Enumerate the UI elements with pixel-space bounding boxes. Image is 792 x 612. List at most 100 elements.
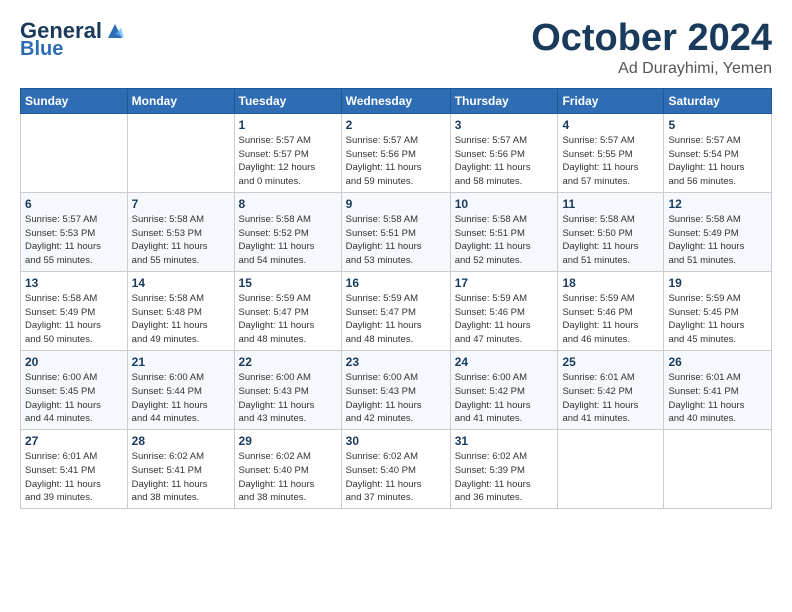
day-detail: Sunrise: 5:58 AMSunset: 5:51 PMDaylight:… bbox=[346, 213, 446, 268]
day-detail: Sunrise: 5:57 AMSunset: 5:56 PMDaylight:… bbox=[346, 134, 446, 189]
day-detail: Sunrise: 6:00 AMSunset: 5:43 PMDaylight:… bbox=[239, 371, 337, 426]
calendar-cell: 12 Sunrise: 5:58 AMSunset: 5:49 PMDayligh… bbox=[664, 192, 772, 271]
calendar-week-4: 20 Sunrise: 6:00 AMSunset: 5:45 PMDayligh… bbox=[21, 350, 772, 429]
day-number: 13 bbox=[25, 276, 123, 290]
calendar-cell: 25Sunrise: 6:01 AMSunset: 5:42 PMDayligh… bbox=[558, 350, 664, 429]
calendar-cell: 20 Sunrise: 6:00 AMSunset: 5:45 PMDayligh… bbox=[21, 350, 128, 429]
day-number: 6 bbox=[25, 197, 123, 211]
day-number: 17 bbox=[455, 276, 554, 290]
calendar-cell: 28 Sunrise: 6:02 AMSunset: 5:41 PMDayligh… bbox=[127, 430, 234, 509]
day-detail: Sunrise: 5:59 AMSunset: 5:46 PMDaylight:… bbox=[562, 292, 659, 347]
calendar-cell: 4 Sunrise: 5:57 AMSunset: 5:55 PMDaylight… bbox=[558, 113, 664, 192]
day-number: 22 bbox=[239, 355, 337, 369]
calendar-week-2: 6 Sunrise: 5:57 AMSunset: 5:53 PMDaylight… bbox=[21, 192, 772, 271]
calendar-header-tuesday: Tuesday bbox=[234, 88, 341, 113]
day-detail: Sunrise: 5:57 AMSunset: 5:53 PMDaylight:… bbox=[25, 213, 123, 268]
calendar-cell: 31 Sunrise: 6:02 AMSunset: 5:39 PMDayligh… bbox=[450, 430, 558, 509]
day-detail: Sunrise: 6:00 AMSunset: 5:43 PMDaylight:… bbox=[346, 371, 446, 426]
day-number: 28 bbox=[132, 434, 230, 448]
day-number: 2 bbox=[346, 118, 446, 132]
logo: General Blue bbox=[20, 18, 126, 58]
calendar-cell: 2 Sunrise: 5:57 AMSunset: 5:56 PMDaylight… bbox=[341, 113, 450, 192]
day-detail: Sunrise: 6:00 AMSunset: 5:44 PMDaylight:… bbox=[132, 371, 230, 426]
day-detail: Sunrise: 5:58 AMSunset: 5:51 PMDaylight:… bbox=[455, 213, 554, 268]
day-detail: Sunrise: 5:58 AMSunset: 5:49 PMDaylight:… bbox=[668, 213, 767, 268]
calendar-header-wednesday: Wednesday bbox=[341, 88, 450, 113]
calendar-cell: 18 Sunrise: 5:59 AMSunset: 5:46 PMDayligh… bbox=[558, 271, 664, 350]
calendar-cell: 22 Sunrise: 6:00 AMSunset: 5:43 PMDayligh… bbox=[234, 350, 341, 429]
day-detail: Sunrise: 6:02 AMSunset: 5:39 PMDaylight:… bbox=[455, 450, 554, 505]
day-detail: Sunrise: 5:58 AMSunset: 5:49 PMDaylight:… bbox=[25, 292, 123, 347]
page-subtitle: Ad Durayhimi, Yemen bbox=[531, 60, 772, 78]
calendar-header-saturday: Saturday bbox=[664, 88, 772, 113]
calendar-cell bbox=[558, 430, 664, 509]
calendar-cell: 11 Sunrise: 5:58 AMSunset: 5:50 PMDayligh… bbox=[558, 192, 664, 271]
day-detail: Sunrise: 5:59 AMSunset: 5:47 PMDaylight:… bbox=[346, 292, 446, 347]
day-detail: Sunrise: 5:58 AMSunset: 5:52 PMDaylight:… bbox=[239, 213, 337, 268]
calendar-cell: 29Sunrise: 6:02 AMSunset: 5:40 PMDayligh… bbox=[234, 430, 341, 509]
day-detail: Sunrise: 5:58 AMSunset: 5:48 PMDaylight:… bbox=[132, 292, 230, 347]
day-number: 14 bbox=[132, 276, 230, 290]
calendar-cell: 30Sunrise: 6:02 AMSunset: 5:40 PMDayligh… bbox=[341, 430, 450, 509]
calendar-header-sunday: Sunday bbox=[21, 88, 128, 113]
day-number: 16 bbox=[346, 276, 446, 290]
day-number: 5 bbox=[668, 118, 767, 132]
day-detail: Sunrise: 5:57 AMSunset: 5:57 PMDaylight:… bbox=[239, 134, 337, 189]
day-detail: Sunrise: 6:02 AMSunset: 5:41 PMDaylight:… bbox=[132, 450, 230, 505]
day-detail: Sunrise: 6:02 AMSunset: 5:40 PMDaylight:… bbox=[239, 450, 337, 505]
day-number: 25 bbox=[562, 355, 659, 369]
calendar-cell: 21Sunrise: 6:00 AMSunset: 5:44 PMDayligh… bbox=[127, 350, 234, 429]
day-number: 4 bbox=[562, 118, 659, 132]
day-number: 19 bbox=[668, 276, 767, 290]
calendar-cell: 9 Sunrise: 5:58 AMSunset: 5:51 PMDaylight… bbox=[341, 192, 450, 271]
day-number: 9 bbox=[346, 197, 446, 211]
day-number: 8 bbox=[239, 197, 337, 211]
day-detail: Sunrise: 5:58 AMSunset: 5:50 PMDaylight:… bbox=[562, 213, 659, 268]
calendar-cell: 7Sunrise: 5:58 AMSunset: 5:53 PMDaylight… bbox=[127, 192, 234, 271]
calendar-cell: 1Sunrise: 5:57 AMSunset: 5:57 PMDaylight… bbox=[234, 113, 341, 192]
calendar-header-row: SundayMondayTuesdayWednesdayThursdayFrid… bbox=[21, 88, 772, 113]
day-detail: Sunrise: 6:01 AMSunset: 5:41 PMDaylight:… bbox=[668, 371, 767, 426]
calendar-cell bbox=[664, 430, 772, 509]
day-detail: Sunrise: 5:57 AMSunset: 5:55 PMDaylight:… bbox=[562, 134, 659, 189]
page-container: General Blue October 2024 Ad Durayhimi, … bbox=[0, 0, 792, 519]
day-number: 11 bbox=[562, 197, 659, 211]
day-detail: Sunrise: 5:59 AMSunset: 5:45 PMDaylight:… bbox=[668, 292, 767, 347]
calendar-header-thursday: Thursday bbox=[450, 88, 558, 113]
calendar-cell: 23Sunrise: 6:00 AMSunset: 5:43 PMDayligh… bbox=[341, 350, 450, 429]
calendar-week-3: 13 Sunrise: 5:58 AMSunset: 5:49 PMDayligh… bbox=[21, 271, 772, 350]
day-detail: Sunrise: 6:02 AMSunset: 5:40 PMDaylight:… bbox=[346, 450, 446, 505]
day-detail: Sunrise: 5:57 AMSunset: 5:56 PMDaylight:… bbox=[455, 134, 554, 189]
calendar-cell: 19 Sunrise: 5:59 AMSunset: 5:45 PMDayligh… bbox=[664, 271, 772, 350]
calendar-table: SundayMondayTuesdayWednesdayThursdayFrid… bbox=[20, 88, 772, 509]
day-number: 20 bbox=[25, 355, 123, 369]
day-detail: Sunrise: 6:01 AMSunset: 5:41 PMDaylight:… bbox=[25, 450, 123, 505]
calendar-header-monday: Monday bbox=[127, 88, 234, 113]
logo-icon bbox=[104, 20, 126, 42]
day-number: 12 bbox=[668, 197, 767, 211]
calendar-week-1: 1Sunrise: 5:57 AMSunset: 5:57 PMDaylight… bbox=[21, 113, 772, 192]
day-number: 15 bbox=[239, 276, 337, 290]
calendar-cell bbox=[127, 113, 234, 192]
logo-blue: Blue bbox=[20, 40, 63, 58]
day-detail: Sunrise: 5:59 AMSunset: 5:46 PMDaylight:… bbox=[455, 292, 554, 347]
day-number: 24 bbox=[455, 355, 554, 369]
day-number: 3 bbox=[455, 118, 554, 132]
calendar-cell: 13 Sunrise: 5:58 AMSunset: 5:49 PMDayligh… bbox=[21, 271, 128, 350]
calendar-cell: 8 Sunrise: 5:58 AMSunset: 5:52 PMDaylight… bbox=[234, 192, 341, 271]
day-number: 18 bbox=[562, 276, 659, 290]
calendar-week-5: 27 Sunrise: 6:01 AMSunset: 5:41 PMDayligh… bbox=[21, 430, 772, 509]
day-number: 10 bbox=[455, 197, 554, 211]
day-number: 27 bbox=[25, 434, 123, 448]
day-detail: Sunrise: 5:59 AMSunset: 5:47 PMDaylight:… bbox=[239, 292, 337, 347]
day-number: 26 bbox=[668, 355, 767, 369]
page-title: October 2024 bbox=[531, 18, 772, 60]
day-detail: Sunrise: 5:57 AMSunset: 5:54 PMDaylight:… bbox=[668, 134, 767, 189]
day-number: 31 bbox=[455, 434, 554, 448]
calendar-cell: 26 Sunrise: 6:01 AMSunset: 5:41 PMDayligh… bbox=[664, 350, 772, 429]
calendar-cell: 5 Sunrise: 5:57 AMSunset: 5:54 PMDaylight… bbox=[664, 113, 772, 192]
calendar-cell: 15 Sunrise: 5:59 AMSunset: 5:47 PMDayligh… bbox=[234, 271, 341, 350]
calendar-cell: 17 Sunrise: 5:59 AMSunset: 5:46 PMDayligh… bbox=[450, 271, 558, 350]
calendar-cell: 27 Sunrise: 6:01 AMSunset: 5:41 PMDayligh… bbox=[21, 430, 128, 509]
day-detail: Sunrise: 6:00 AMSunset: 5:45 PMDaylight:… bbox=[25, 371, 123, 426]
